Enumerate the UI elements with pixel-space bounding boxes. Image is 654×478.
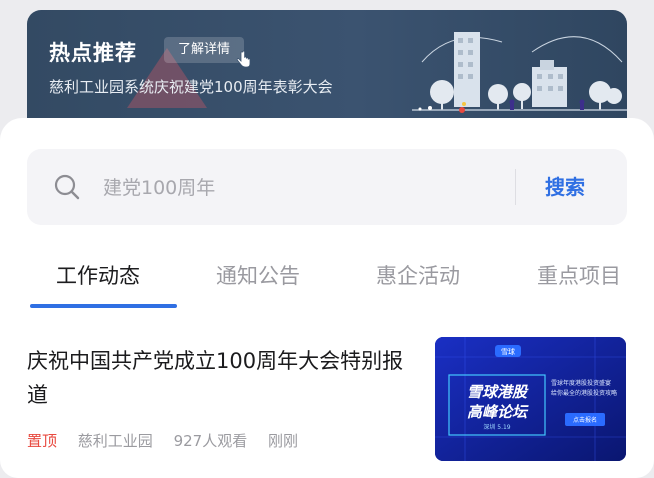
thumb-desc-1: 雪球年度港股投资盛宴: [551, 379, 611, 387]
thumb-date: 深圳 5.19: [483, 423, 510, 431]
tab-notices[interactable]: 通知公告: [216, 260, 300, 290]
tab-enterprise-activities[interactable]: 惠企活动: [376, 260, 460, 290]
forum-poster-image: 雪球 雪球港股 高峰论坛 深圳 5.19 雪球年度港股投资盛宴 给你最全的港股投…: [435, 337, 626, 461]
thumb-signup-button: 点击报名: [573, 416, 597, 424]
content-card: 搜索 工作动态 通知公告 惠企活动 重点项目 庆祝中国共产党成立100周年大会特…: [0, 118, 654, 478]
thumb-headline-1: 雪球港股: [467, 383, 529, 401]
search-bar[interactable]: 搜索: [27, 149, 627, 225]
active-tab-indicator: [30, 304, 177, 308]
thumb-headline-2: 高峰论坛: [467, 403, 529, 421]
thumb-logo: 雪球: [501, 347, 515, 356]
pinned-badge: 置顶: [27, 432, 58, 450]
news-list-item[interactable]: 庆祝中国共产党成立100周年大会特别报道 置顶 慈利工业园 927人观看 刚刚: [0, 334, 654, 464]
tab-key-projects[interactable]: 重点项目: [537, 260, 621, 290]
article-meta: 置顶 慈利工业园 927人观看 刚刚: [27, 430, 314, 451]
city-illustration: [412, 32, 627, 113]
search-icon: [54, 174, 80, 200]
article-title[interactable]: 庆祝中国共产党成立100周年大会特别报道: [27, 344, 422, 412]
search-input[interactable]: [101, 169, 505, 207]
thumb-desc-2: 给你最全的港股投资攻略: [551, 389, 617, 397]
learn-more-button[interactable]: 了解详情: [164, 37, 245, 63]
article-thumbnail[interactable]: 雪球 雪球港股 高峰论坛 深圳 5.19 雪球年度港股投资盛宴 给你最全的港股投…: [435, 337, 626, 461]
banner-title: 热点推荐: [49, 41, 137, 65]
article-views: 927人观看: [173, 432, 248, 450]
category-tabs: 工作动态 通知公告 惠企活动 重点项目: [0, 248, 654, 308]
search-divider: [515, 169, 516, 205]
tab-work-news[interactable]: 工作动态: [56, 260, 140, 290]
article-source: 慈利工业园: [77, 432, 153, 450]
banner-subtitle: 慈利工业园系统庆祝建党100周年表彰大会: [49, 78, 333, 96]
search-button[interactable]: 搜索: [545, 169, 585, 205]
pointer-hand-icon: [236, 50, 251, 68]
article-time: 刚刚: [268, 432, 299, 450]
